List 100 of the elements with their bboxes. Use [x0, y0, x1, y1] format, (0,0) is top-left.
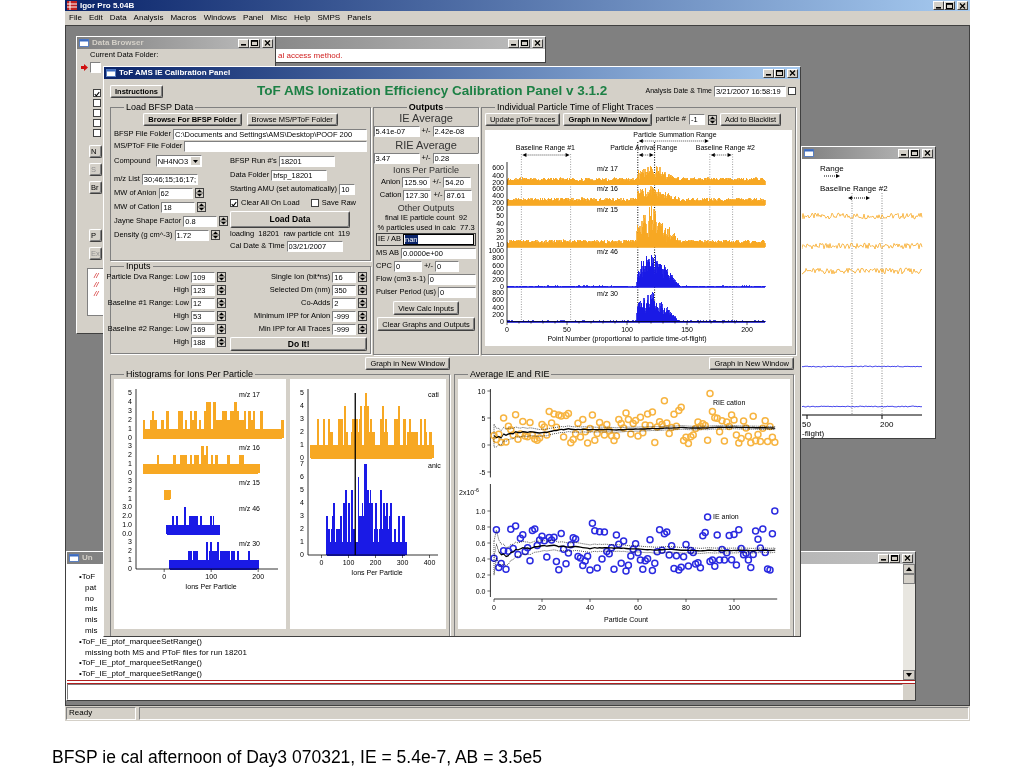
window-icon — [79, 39, 89, 47]
spin-button[interactable] — [219, 216, 229, 226]
spin-button[interactable] — [358, 285, 368, 295]
close-button[interactable] — [922, 148, 933, 158]
spin-button[interactable] — [707, 114, 717, 125]
spin-button[interactable] — [197, 202, 207, 212]
command-input[interactable] — [67, 684, 903, 700]
spin-button[interactable] — [358, 311, 368, 321]
spin-button[interactable] — [210, 230, 220, 240]
group-title: Inputs — [125, 262, 152, 271]
spin-button[interactable] — [358, 272, 368, 282]
spin-button[interactable] — [217, 272, 226, 282]
close-button[interactable] — [957, 1, 968, 10]
history-line: •ToF_IE_ptof_marqueeSetRange() — [79, 658, 202, 670]
scroll-up-button[interactable] — [903, 564, 915, 574]
maximize-button[interactable] — [944, 1, 955, 10]
window-title: Un — [82, 553, 93, 563]
range-arrow — [522, 153, 570, 157]
app-title: Igor Pro 5.04B — [80, 0, 135, 11]
checkbox[interactable] — [93, 128, 101, 137]
range-arrow — [638, 139, 709, 143]
maximize-icon — [521, 40, 528, 46]
group-title: Load BFSP Data — [125, 103, 195, 112]
minimize-button[interactable] — [878, 553, 889, 563]
range-arrow — [848, 196, 870, 200]
maximize-icon — [776, 70, 783, 76]
range-arrow — [710, 153, 732, 157]
close-button[interactable] — [787, 68, 798, 78]
history-line: •ToF_IE_ptof_marqueeSetRange() — [79, 636, 202, 648]
arrow-icon — [81, 63, 88, 71]
output-heading: Ions Per Particle — [393, 165, 460, 176]
history-line: mis — [84, 604, 98, 616]
minimize-button[interactable] — [898, 148, 909, 158]
maximize-button[interactable] — [249, 38, 260, 48]
minimize-button[interactable] — [238, 38, 249, 48]
group-title: Histograms for Ions Per Particle — [125, 370, 255, 379]
scroll-down-button[interactable] — [903, 670, 915, 680]
maximize-button[interactable] — [909, 148, 920, 158]
do-it-button[interactable]: Do It! — [230, 337, 368, 351]
close-button[interactable] — [262, 38, 273, 48]
menu-item[interactable]: Help — [294, 13, 311, 23]
menu-item[interactable]: Edit — [88, 13, 103, 23]
menu-item[interactable]: File — [69, 13, 82, 23]
menu-item[interactable]: SMPS — [317, 13, 341, 23]
load-data-button[interactable]: Load Data — [230, 211, 350, 228]
menu-item[interactable]: Panels — [347, 13, 372, 23]
menu-item[interactable]: Panel — [243, 13, 264, 23]
range-label: Baseline Range #2 — [820, 184, 888, 193]
close-icon — [904, 555, 911, 561]
menu-item[interactable]: Analysis — [133, 13, 164, 23]
menu-item[interactable]: Data — [109, 13, 127, 23]
history-line: •ToF_IE_ptof_marqueeSetRange() — [79, 669, 202, 680]
maximize-button[interactable] — [774, 68, 785, 78]
checkbox[interactable] — [788, 87, 796, 95]
status-text: Ready — [66, 707, 136, 720]
minimize-button[interactable] — [933, 1, 944, 10]
spin-button[interactable] — [217, 298, 226, 308]
menu-item[interactable]: Misc — [270, 13, 287, 23]
close-icon — [264, 40, 271, 46]
panel-heading: ToF AMS Ionization Efficiency Calibration Panel v 3.1.2 — [256, 83, 608, 99]
spin-button[interactable] — [217, 311, 226, 321]
spin-button[interactable] — [217, 285, 226, 295]
checkbox[interactable] — [93, 88, 101, 97]
range-arrow — [638, 153, 654, 157]
output-heading: RIE Average — [395, 138, 457, 152]
window-title: ToF AMS IE Calibration Panel — [119, 68, 231, 78]
close-button[interactable] — [532, 38, 543, 48]
group-title: Individual Particle Time of Flight Traces — [495, 103, 655, 112]
output-heading: Other Outputs — [397, 202, 455, 213]
history-line: pat — [84, 582, 97, 594]
spin-button[interactable] — [194, 188, 204, 198]
window-icon — [69, 554, 79, 562]
spin-button[interactable] — [217, 324, 226, 334]
checkbox[interactable] — [310, 199, 319, 207]
input-field[interactable] — [184, 140, 368, 152]
minimize-button[interactable] — [508, 38, 519, 48]
group-title: Outputs — [407, 103, 445, 112]
checkbox[interactable] — [93, 118, 101, 127]
window-title: Data Browser — [92, 38, 144, 48]
maximize-button[interactable] — [889, 553, 900, 563]
spin-button[interactable] — [358, 298, 368, 308]
menu-item[interactable]: Windows — [203, 13, 237, 23]
checkbox[interactable] — [93, 108, 101, 117]
scroll-thumb[interactable] — [903, 574, 915, 584]
close-button[interactable] — [902, 553, 913, 563]
checkbox[interactable] — [93, 98, 101, 107]
close-icon — [789, 70, 796, 76]
maximize-icon — [911, 150, 918, 156]
maximize-icon — [891, 555, 898, 561]
spin-button[interactable] — [358, 324, 368, 334]
spin-button[interactable] — [217, 337, 226, 347]
maximize-button[interactable] — [519, 38, 530, 48]
history-line: mis — [84, 615, 98, 626]
minimize-button[interactable] — [763, 68, 774, 78]
app-icon — [67, 1, 77, 10]
close-icon — [924, 150, 931, 156]
menu-item[interactable]: Macros — [170, 13, 197, 23]
maximize-icon — [946, 2, 953, 9]
checkbox[interactable] — [230, 199, 238, 207]
input-field[interactable] — [90, 61, 101, 73]
